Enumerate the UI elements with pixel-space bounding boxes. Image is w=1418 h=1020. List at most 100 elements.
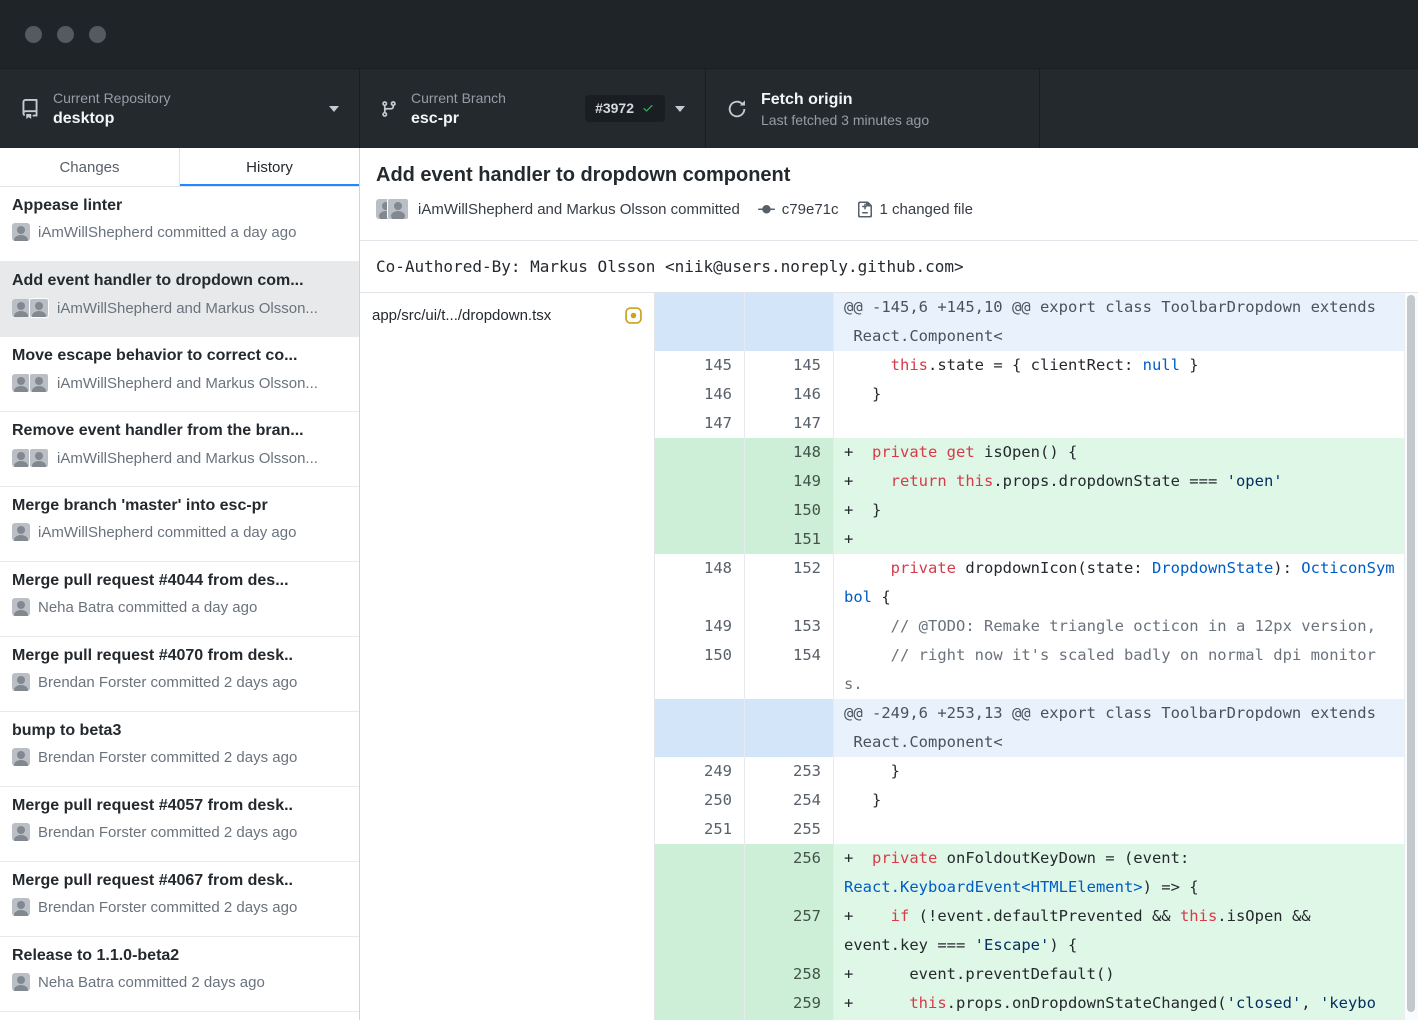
- fetch-origin-button[interactable]: Fetch origin Last fetched 3 minutes ago: [706, 69, 1040, 148]
- zoom-button[interactable]: [89, 26, 106, 43]
- commit-authors: iAmWillShepherd and Markus Olsson commit…: [418, 201, 740, 218]
- diff-gutter-new: 259: [745, 989, 834, 1020]
- commit-list-item[interactable]: Merge pull request #4070 from desk.. Bre…: [0, 637, 359, 712]
- commit-list-item[interactable]: bump to beta3 Brendan Forster committed …: [0, 712, 359, 787]
- avatar: [12, 299, 30, 317]
- diff-row: 145145 this.state = { clientRect: null }: [655, 351, 1418, 380]
- diff-gutter-old: 249: [655, 757, 745, 786]
- sidebar: Changes History Appease linter iAmWillSh…: [0, 148, 360, 1020]
- history-changes-tabs: Changes History: [0, 148, 359, 187]
- diff-code-line: private dropdownIcon(state: DropdownStat…: [834, 554, 1418, 612]
- commit-detail: Add event handler to dropdown component …: [360, 148, 1418, 1020]
- avatar: [12, 449, 30, 467]
- diff-gutter-new: 154: [745, 641, 834, 699]
- commit-meta: iAmWillShepherd committed a day ago: [12, 523, 347, 541]
- tab-changes[interactable]: Changes: [0, 148, 179, 186]
- commit-title: Add event handler to dropdown com...: [12, 271, 347, 291]
- minimize-button[interactable]: [57, 26, 74, 43]
- commit-list-item[interactable]: Merge pull request #4067 from desk.. Bre…: [0, 862, 359, 937]
- diff-gutter-new: 152: [745, 554, 834, 612]
- diff-gutter-old: 146: [655, 380, 745, 409]
- commit-meta: Neha Batra committed a day ago: [12, 598, 347, 616]
- diff-row: @@ -249,6 +253,13 @@ export class Toolba…: [655, 699, 1418, 757]
- branch-switcher-button[interactable]: Current Branch esc-pr #3972: [360, 69, 706, 148]
- diff-gutter-new: 153: [745, 612, 834, 641]
- app-window: Current Repository desktop Current Branc…: [0, 0, 1418, 1020]
- avatar: [12, 598, 30, 616]
- diff-row: 257+ if (!event.defaultPrevented && this…: [655, 902, 1418, 960]
- git-commit-icon: [758, 201, 775, 218]
- avatar: [12, 523, 30, 541]
- diff-row: 249253 }: [655, 757, 1418, 786]
- commit-meta: iAmWillShepherd and Markus Olsson...: [12, 448, 347, 468]
- diff-row: 148+ private get isOpen() {: [655, 438, 1418, 467]
- commit-list-item[interactable]: Merge pull request #4044 from des... Neh…: [0, 562, 359, 637]
- diff-code-line: + private get isOpen() {: [834, 438, 1418, 467]
- commit-title: Merge pull request #4070 from desk..: [12, 646, 347, 666]
- diff-gutter-new: 150: [745, 496, 834, 525]
- diff-gutter-old: [655, 989, 745, 1020]
- diff-gutter-old: 150: [655, 641, 745, 699]
- chevron-down-icon: [329, 106, 339, 112]
- repository-switcher-button[interactable]: Current Repository desktop: [0, 69, 360, 148]
- commit-meta: Brendan Forster committed 2 days ago: [12, 673, 347, 691]
- diff-row: 251255: [655, 815, 1418, 844]
- commit-list-item[interactable]: Move escape behavior to correct co... iA…: [0, 337, 359, 412]
- diff-code-line: +: [834, 525, 1418, 554]
- commit-title: bump to beta3: [12, 721, 347, 741]
- diff-gutter-old: 148: [655, 554, 745, 612]
- branch-label: Current Branch: [411, 89, 575, 107]
- diff-code-line: // right now it's scaled badly on normal…: [834, 641, 1418, 699]
- diff-gutter-new: [745, 293, 834, 351]
- diff-row: 150154 // right now it's scaled badly on…: [655, 641, 1418, 699]
- close-button[interactable]: [25, 26, 42, 43]
- commit-meta-row: iAmWillShepherd and Markus Olsson commit…: [376, 198, 1402, 220]
- commit-title: Merge pull request #4067 from desk..: [12, 871, 347, 891]
- diff-row: 149+ return this.props.dropdownState ===…: [655, 467, 1418, 496]
- diff-code-line: + return this.props.dropdownState === 'o…: [834, 467, 1418, 496]
- tab-history[interactable]: History: [179, 148, 359, 186]
- commit-meta-text: Brendan Forster committed 2 days ago: [38, 899, 297, 916]
- diff-row: 148152 private dropdownIcon(state: Dropd…: [655, 554, 1418, 612]
- diff-gutter-old: [655, 467, 745, 496]
- scrollbar[interactable]: [1404, 293, 1418, 1020]
- diff-gutter-new: 151: [745, 525, 834, 554]
- diff-gutter-old: [655, 699, 745, 757]
- commit-sha: c79e71c: [782, 201, 839, 218]
- commit-list-item[interactable]: Appease linter iAmWillShepherd committed…: [0, 187, 359, 262]
- diff-gutter-new: 253: [745, 757, 834, 786]
- diff-gutter-old: [655, 960, 745, 989]
- diff-row: 259+ this.props.onDropdownStateChanged('…: [655, 989, 1418, 1020]
- diff-gutter-new: 255: [745, 815, 834, 844]
- commit-list-item[interactable]: Add event handler to dropdown com... iAm…: [0, 262, 359, 337]
- diff-code-line: + this.props.onDropdownStateChanged('clo…: [834, 989, 1418, 1020]
- diff-code-line: + private onFoldoutKeyDown = (event: Rea…: [834, 844, 1418, 902]
- commit-meta: iAmWillShepherd committed a day ago: [12, 223, 347, 241]
- diff-row: 258+ event.preventDefault(): [655, 960, 1418, 989]
- commit-list-item[interactable]: Merge pull request #4057 from desk.. Bre…: [0, 787, 359, 862]
- diff-row: 151+: [655, 525, 1418, 554]
- commit-list-item[interactable]: Remove event handler from the bran... iA…: [0, 412, 359, 487]
- diff-gutter-old: [655, 844, 745, 902]
- diff-gutter-new: 256: [745, 844, 834, 902]
- diff-gutter-old: [655, 902, 745, 960]
- git-branch-icon: [380, 100, 398, 118]
- scrollbar-thumb[interactable]: [1407, 295, 1415, 1012]
- diff-gutter-new: [745, 699, 834, 757]
- commit-list-item[interactable]: Release to 1.1.0-beta2 Neha Batra commit…: [0, 937, 359, 1012]
- commit-list-item[interactable]: Merge pull request #4073 from des...: [0, 1012, 359, 1020]
- diff-gutter-old: [655, 293, 745, 351]
- diff-code-line: }: [834, 380, 1418, 409]
- commit-meta-text: iAmWillShepherd and Markus Olsson...: [57, 375, 318, 392]
- commit-list-item[interactable]: Merge branch 'master' into esc-pr iAmWil…: [0, 487, 359, 562]
- diff-gutter-old: 250: [655, 786, 745, 815]
- file-list-item[interactable]: app/src/ui/t.../dropdown.tsx: [360, 293, 654, 337]
- toolbar-filler: [1040, 69, 1418, 148]
- commit-meta-text: Brendan Forster committed 2 days ago: [38, 824, 297, 841]
- commit-title: Appease linter: [12, 196, 347, 216]
- fetch-label: Fetch origin: [761, 89, 1019, 110]
- toolbar: Current Repository desktop Current Branc…: [0, 68, 1418, 148]
- diff-code-line: @@ -249,6 +253,13 @@ export class Toolba…: [834, 699, 1418, 757]
- diff-area: app/src/ui/t.../dropdown.tsx @@ -145,6 +…: [360, 293, 1418, 1020]
- diff-gutter-old: [655, 496, 745, 525]
